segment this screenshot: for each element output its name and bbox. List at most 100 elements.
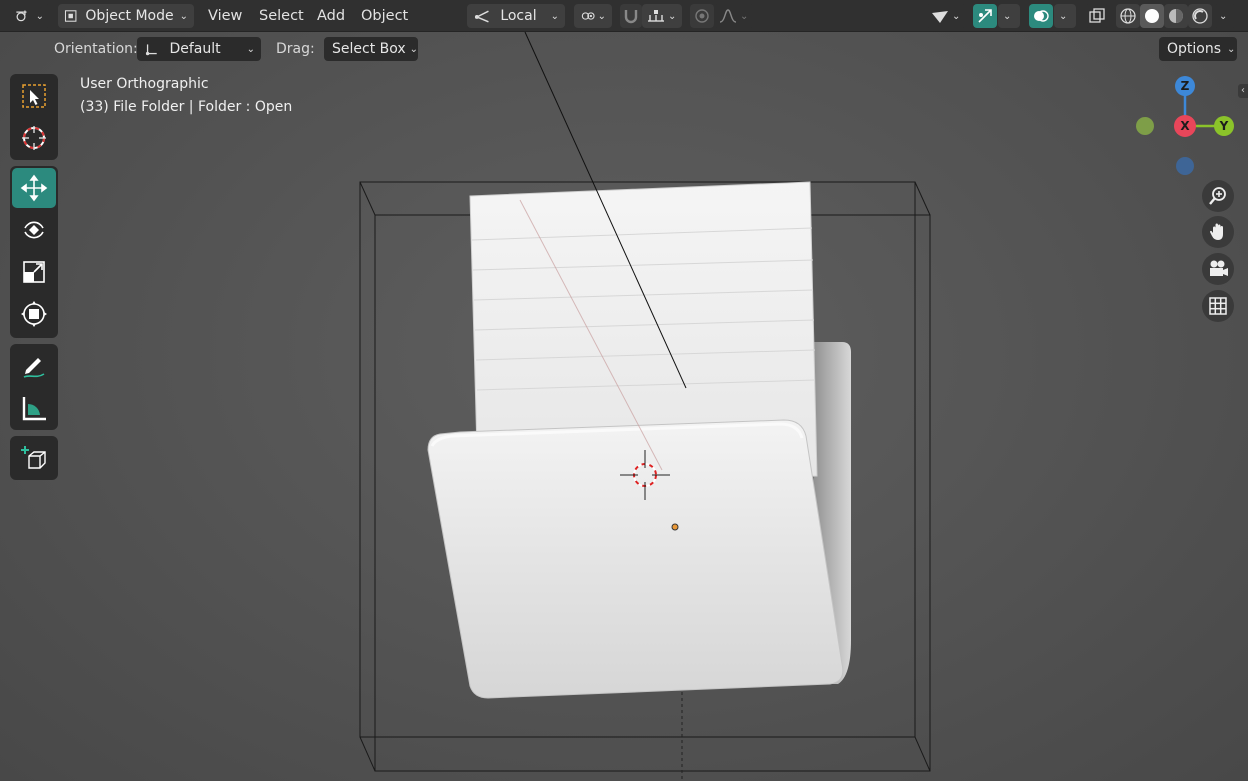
material-sphere-icon — [1169, 9, 1183, 23]
measure-ruler-icon — [22, 397, 46, 421]
selectability-visibility-dropdown[interactable]: ⌄ — [926, 4, 966, 28]
viewport-header: ⌄ Object Mode ⌄ View Select Add Object L… — [0, 0, 1248, 32]
proportional-edit-icon — [695, 9, 709, 23]
cursor-tool[interactable] — [12, 118, 56, 158]
bounding-box-wireframe — [359, 181, 931, 772]
object-mode-icon — [64, 10, 77, 22]
axis-z-button[interactable]: Z — [1175, 76, 1195, 96]
options-dropdown[interactable]: Options ⌄ — [1159, 37, 1237, 61]
cursor-3d-icon — [22, 126, 46, 150]
transform-tool[interactable] — [12, 294, 56, 334]
gizmo-dropdown[interactable]: ⌄ — [998, 4, 1020, 28]
perspective-toggle-button[interactable] — [1202, 290, 1234, 322]
3d-cursor — [620, 450, 670, 500]
shading-solid-button[interactable] — [1140, 4, 1164, 28]
hand-icon — [1210, 223, 1223, 240]
chevron-down-icon: ⌄ — [246, 43, 255, 55]
menu-view[interactable]: View — [208, 5, 242, 27]
tool-group-transform — [10, 166, 58, 338]
zoom-button[interactable] — [1202, 180, 1234, 212]
camera-icon — [1210, 260, 1228, 276]
xray-toggle[interactable] — [1085, 4, 1109, 28]
folder-back-flap — [812, 342, 851, 684]
axis-y-button[interactable]: Y — [1214, 116, 1234, 136]
select-box-icon — [22, 84, 46, 108]
snap-toggle[interactable] — [620, 4, 642, 28]
menu-add[interactable]: Add — [317, 5, 345, 27]
overlays-icon — [1034, 10, 1049, 22]
orientation-value: Default — [169, 41, 221, 57]
xray-icon — [1089, 8, 1105, 23]
camera-view-button[interactable] — [1202, 253, 1234, 285]
proportional-editing-toggle[interactable] — [690, 4, 714, 28]
shading-rendered-button[interactable] — [1188, 4, 1212, 28]
overlays-toggle[interactable] — [1029, 4, 1053, 28]
annotate-pencil-icon — [23, 358, 45, 378]
drag-value: Select Box — [332, 41, 406, 57]
scale-icon — [23, 261, 45, 283]
add-cube-tool[interactable] — [12, 438, 56, 478]
snap-increment-icon — [648, 10, 664, 22]
chevron-down-icon: ⌄ — [179, 10, 188, 22]
shading-dropdown[interactable]: ⌄ — [1214, 4, 1236, 28]
shading-material-button[interactable] — [1164, 4, 1188, 28]
view-name: User Orthographic — [80, 76, 209, 92]
gizmo-icon — [978, 9, 992, 23]
x-axis-guide-line — [519, 199, 663, 471]
drag-dropdown[interactable]: Select Box ⌄ — [324, 37, 418, 61]
move-tool[interactable] — [12, 168, 56, 208]
folder-front — [427, 419, 844, 699]
mode-dropdown[interactable]: Object Mode ⌄ — [58, 4, 194, 28]
measure-tool[interactable] — [12, 388, 56, 428]
move-arrows-icon — [20, 174, 48, 202]
editor-type-icon — [16, 10, 27, 22]
pivot-point-dropdown[interactable]: ⌄ — [574, 4, 612, 28]
pivot-icon — [581, 12, 595, 20]
snap-target-dropdown[interactable]: ⌄ — [642, 4, 682, 28]
orientation-dropdown[interactable]: Default ⌄ — [137, 37, 261, 61]
chevron-down-icon: ⌄ — [597, 10, 606, 22]
tool-group-add — [10, 436, 58, 480]
select-box-tool[interactable] — [12, 76, 56, 116]
falloff-curve-icon — [719, 9, 737, 23]
chevron-down-icon: ⌄ — [668, 10, 677, 22]
transform-orientation-dropdown[interactable]: Local ⌄ — [467, 4, 565, 28]
chevron-down-icon: ⌄ — [1059, 10, 1068, 22]
add-cube-icon — [21, 446, 46, 469]
gizmo-toggle[interactable] — [973, 4, 997, 28]
orientation-label: Orientation: — [54, 41, 138, 57]
folder-front-edge-highlight — [430, 422, 804, 447]
viewport-scene[interactable] — [0, 0, 1248, 781]
annotate-tool[interactable] — [12, 346, 56, 386]
rotate-icon — [24, 221, 44, 239]
orientation-gizmo-icon — [145, 44, 157, 56]
solid-sphere-icon — [1145, 9, 1159, 23]
object-origin — [671, 523, 679, 531]
paper-sheet — [469, 181, 818, 487]
orientation-local-icon — [474, 10, 489, 23]
overlays-dropdown[interactable]: ⌄ — [1054, 4, 1076, 28]
chevron-down-icon: ⌄ — [1219, 10, 1228, 22]
tool-group-select — [10, 74, 58, 160]
pan-button[interactable] — [1202, 216, 1234, 248]
grid-icon — [1209, 297, 1227, 315]
axis-x-button[interactable]: X — [1174, 115, 1196, 137]
scale-tool[interactable] — [12, 252, 56, 292]
object-info: (33) File Folder | Folder : Open — [80, 99, 293, 115]
sidebar-expand-arrow[interactable]: ‹ — [1238, 84, 1248, 98]
chevron-down-icon: ⌄ — [35, 10, 44, 22]
camera-guide-line — [524, 31, 687, 389]
editor-type-button[interactable]: ⌄ — [8, 4, 50, 28]
wireframe-sphere-icon — [1120, 8, 1136, 24]
chevron-down-icon: ⌄ — [409, 43, 419, 55]
shading-wireframe-button[interactable] — [1116, 4, 1140, 28]
drag-label: Drag: — [276, 41, 315, 57]
proportional-falloff-dropdown[interactable]: ⌄ — [714, 4, 754, 28]
chevron-down-icon: ⌄ — [740, 10, 749, 22]
menu-object[interactable]: Object — [361, 5, 408, 27]
rotate-tool[interactable] — [12, 210, 56, 250]
cursor-visibility-icon — [932, 11, 948, 23]
menu-select[interactable]: Select — [259, 5, 304, 27]
magnet-icon — [624, 10, 638, 24]
transform-icon — [21, 301, 47, 327]
